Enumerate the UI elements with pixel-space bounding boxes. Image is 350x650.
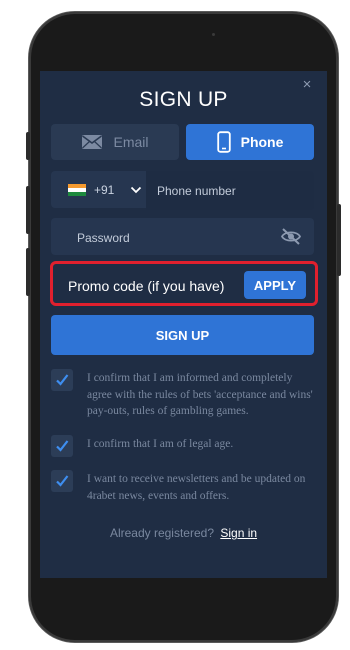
checkmark-icon	[56, 475, 69, 487]
newsletter-checkbox-label: I want to receive newsletters and be upd…	[87, 473, 306, 502]
chevron-down-icon	[131, 186, 142, 193]
sign-in-prompt: Already registered? Sign in	[40, 526, 327, 540]
phone-side-button	[26, 248, 30, 296]
camera-icon	[212, 33, 215, 36]
sign-in-link[interactable]: Sign in	[220, 526, 257, 540]
newsletter-checkbox-row: I want to receive newsletters and be upd…	[51, 470, 314, 506]
age-checkbox-label: I confirm that I am of legal age.	[87, 438, 234, 450]
checkmark-icon	[56, 374, 69, 386]
tab-email[interactable]: Email	[51, 124, 179, 160]
phone-field: +91	[51, 171, 314, 210]
password-field	[51, 218, 314, 257]
dial-code: +91	[94, 182, 115, 197]
terms-checkbox-row: I confirm that I am informed and complet…	[51, 369, 314, 421]
phone-side-button	[26, 132, 30, 160]
country-code-select[interactable]: +91	[51, 171, 146, 208]
sign-up-button[interactable]: SIGN UP	[51, 315, 314, 355]
newsletter-checkbox[interactable]	[51, 470, 73, 492]
phone-side-button	[337, 204, 341, 276]
eye-off-icon[interactable]	[280, 227, 302, 246]
page-title: SIGN UP	[139, 88, 228, 111]
checkmark-icon	[56, 440, 69, 452]
terms-checkbox[interactable]	[51, 369, 73, 391]
phone-side-button	[26, 186, 30, 234]
sign-in-prompt-text: Already registered?	[109, 526, 214, 540]
tab-phone-label: Phone	[240, 134, 284, 150]
india-flag-icon	[68, 183, 86, 196]
age-checkbox[interactable]	[51, 435, 73, 457]
phone-number-input[interactable]	[146, 171, 314, 210]
age-checkbox-row: I confirm that I am of legal age.	[51, 435, 314, 459]
tab-phone[interactable]: Phone	[186, 124, 314, 160]
password-input[interactable]	[51, 218, 304, 257]
envelope-icon	[82, 135, 103, 149]
smartphone-icon	[216, 131, 231, 153]
terms-checkbox-label: I confirm that I am informed and complet…	[87, 372, 313, 417]
tab-email-label: Email	[113, 134, 149, 150]
apply-button[interactable]: APPLY	[244, 271, 306, 299]
promo-code-input[interactable]	[58, 270, 250, 302]
